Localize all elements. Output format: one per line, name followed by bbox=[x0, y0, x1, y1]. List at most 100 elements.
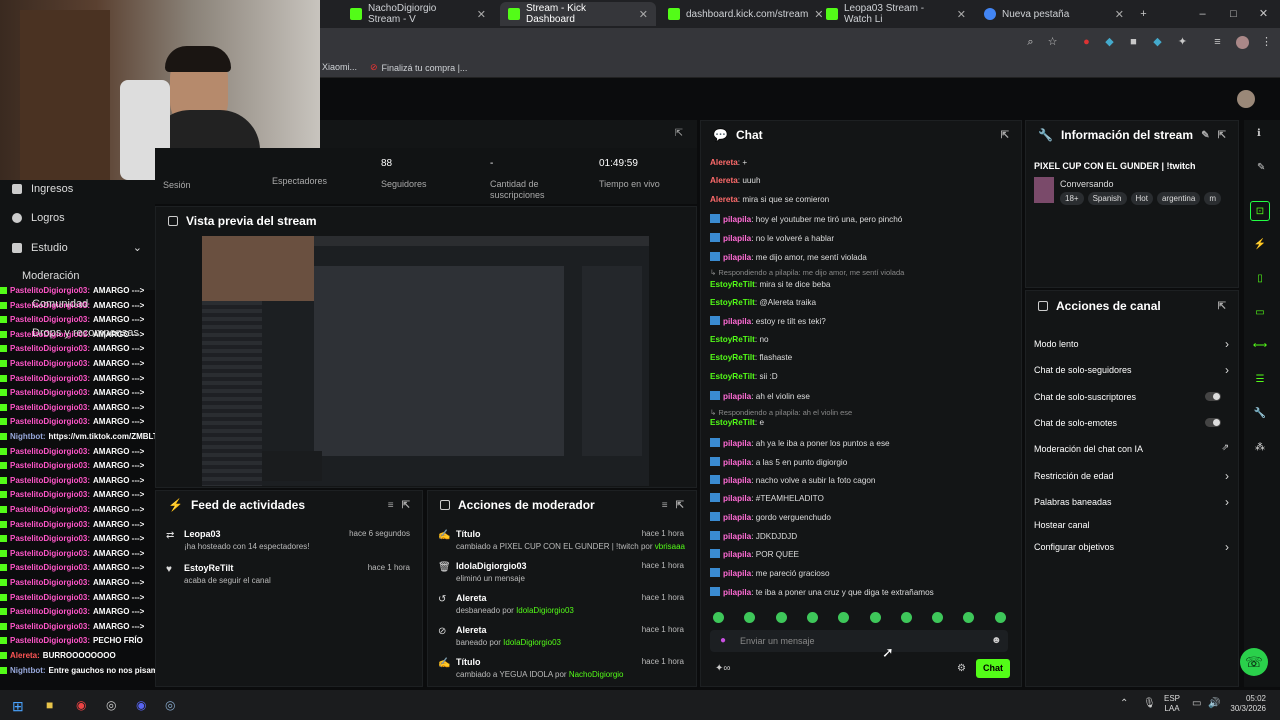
chat-username[interactable]: pilapila bbox=[723, 253, 751, 262]
menu-icon[interactable]: ≡ bbox=[1211, 36, 1224, 49]
chat-username[interactable]: pilapila bbox=[723, 532, 751, 541]
app-icon[interactable]: ◎ bbox=[106, 698, 116, 712]
steam-icon[interactable]: ◎ bbox=[165, 698, 175, 712]
expand-icon[interactable]: ⇱ bbox=[1218, 130, 1226, 141]
tag[interactable]: Hot bbox=[1130, 192, 1153, 205]
mod-action-user[interactable]: IdolaDigiorgio03 bbox=[503, 638, 561, 647]
chat-username[interactable]: pilapila bbox=[723, 588, 751, 597]
chat-username[interactable]: pilapila bbox=[723, 476, 751, 485]
sidebar-item-estudio[interactable]: Estudio ⌄ bbox=[12, 241, 142, 254]
chat-username[interactable]: Alereta bbox=[710, 158, 738, 167]
chat-username[interactable]: EstoyReTilt bbox=[710, 418, 755, 427]
expand-icon[interactable]: ⇱ bbox=[1001, 130, 1009, 141]
chat-username[interactable]: pilapila bbox=[723, 513, 751, 522]
chat-username[interactable]: pilapila bbox=[723, 439, 751, 448]
bookmark[interactable]: ⊘ Finalizá tu compra |... bbox=[370, 62, 467, 73]
tag[interactable]: argentina bbox=[1156, 192, 1201, 205]
mod-action-user[interactable]: vbrisaaa bbox=[655, 542, 685, 551]
chat-username[interactable]: EstoyReTilt bbox=[710, 280, 755, 289]
emoji-icon[interactable]: ☻ bbox=[991, 635, 1002, 646]
send-chat-button[interactable]: Chat bbox=[976, 659, 1010, 678]
search-icon[interactable]: ⌕ bbox=[1024, 36, 1037, 49]
chat-username[interactable]: pilapila bbox=[723, 550, 751, 559]
volume-icon[interactable]: 🔊 bbox=[1208, 698, 1220, 709]
tag[interactable]: 18+ bbox=[1060, 192, 1084, 205]
chat-username[interactable]: pilapila bbox=[723, 215, 751, 224]
toggle-switch[interactable] bbox=[1205, 392, 1221, 401]
points-icon[interactable]: ✦∞ bbox=[715, 663, 731, 674]
window-close-icon[interactable]: ✕ bbox=[1257, 8, 1270, 21]
extension-icon[interactable]: ● bbox=[1080, 36, 1093, 49]
chat-username[interactable]: pilapila bbox=[723, 494, 751, 503]
channel-action-item[interactable]: Configurar objetivos › bbox=[1034, 540, 1229, 554]
expand-icon[interactable]: ⇱ bbox=[676, 500, 684, 511]
expand-icon[interactable]: ⇱ bbox=[402, 500, 410, 511]
chat-username[interactable]: pilapila bbox=[723, 317, 751, 326]
extension-icon[interactable]: ■ bbox=[1127, 36, 1140, 49]
sidebar-item-drops[interactable]: Drops y recompensas bbox=[32, 327, 139, 339]
maximize-icon[interactable]: □ bbox=[1227, 8, 1240, 21]
chrome-icon[interactable]: ◉ bbox=[76, 698, 86, 712]
pencil-icon[interactable]: ✎ bbox=[1201, 130, 1209, 141]
kebab-menu-icon[interactable]: ⋮ bbox=[1260, 36, 1273, 49]
close-icon[interactable]: ✕ bbox=[1115, 8, 1124, 21]
folder-icon[interactable]: ■ bbox=[46, 698, 53, 712]
tab-kick-dashboard[interactable]: Stream - Kick Dashboard ✕ bbox=[500, 2, 656, 26]
chat-username[interactable]: pilapila bbox=[723, 392, 751, 401]
channel-action-item[interactable]: Modo lento › bbox=[1034, 337, 1229, 351]
sidebar-item-comunidad[interactable]: Comunidad bbox=[32, 298, 88, 310]
emote-icon[interactable] bbox=[806, 612, 818, 623]
emote-icon[interactable] bbox=[900, 612, 912, 623]
windows-start-icon[interactable]: ⊞ bbox=[12, 698, 24, 715]
channel-action-item[interactable]: Restricción de edad › bbox=[1034, 469, 1229, 483]
new-tab-icon[interactable]: + bbox=[1137, 8, 1150, 21]
chat-username[interactable]: EstoyReTilt bbox=[710, 298, 755, 307]
channel-action-item[interactable]: Palabras baneadas › bbox=[1034, 495, 1229, 509]
tag[interactable]: Spanish bbox=[1087, 192, 1127, 205]
emote-icon[interactable] bbox=[713, 612, 724, 623]
extension-icon[interactable]: ◆ bbox=[1103, 36, 1116, 49]
chat-username[interactable]: pilapila bbox=[723, 458, 751, 467]
tab-dashboard-stream[interactable]: dashboard.kick.com/stream ✕ bbox=[660, 2, 824, 26]
expand-icon[interactable]: ⇱ bbox=[1218, 301, 1226, 312]
channel-action-item[interactable]: Chat de solo-emotes bbox=[1034, 418, 1229, 428]
sidebar-item-logros[interactable]: Logros bbox=[12, 212, 65, 224]
chat-username[interactable]: EstoyReTilt bbox=[710, 335, 755, 344]
chat-username[interactable]: EstoyReTilt bbox=[710, 353, 755, 362]
close-icon[interactable]: ✕ bbox=[639, 8, 648, 21]
monitor-icon[interactable]: ▭ bbox=[1192, 698, 1201, 709]
expand-icon[interactable]: ⇱ bbox=[675, 128, 683, 139]
clock[interactable]: 05:02 30/3/2026 bbox=[1226, 694, 1266, 714]
tab-nueva-pestana[interactable]: Nueva pestaña ✕ bbox=[976, 2, 1132, 26]
stream-preview-video[interactable] bbox=[202, 236, 649, 486]
support-icon[interactable]: ☏ bbox=[1240, 648, 1268, 676]
chevron-up-icon[interactable]: ⌃ bbox=[1120, 698, 1128, 709]
chat-username[interactable]: pilapila bbox=[723, 234, 751, 243]
list-icon[interactable]: ☰ bbox=[1250, 370, 1270, 390]
mod-action-user[interactable]: IdolaDigiorgio03 bbox=[516, 606, 574, 615]
chat-input[interactable]: ● Enviar un mensaje ☻ bbox=[710, 630, 1008, 652]
bookmark[interactable]: Xiaomi... bbox=[322, 62, 357, 72]
wrench-icon[interactable]: 🔧 bbox=[1250, 404, 1270, 424]
language-indicator[interactable]: ESP LAA bbox=[1164, 694, 1180, 714]
stream-category[interactable]: Conversando bbox=[1060, 179, 1114, 189]
emote-icon[interactable] bbox=[775, 612, 787, 623]
puzzle-icon[interactable]: ✦ bbox=[1176, 36, 1189, 49]
info-icon[interactable]: ℹ bbox=[1257, 128, 1261, 139]
link-icon[interactable]: ⟷ bbox=[1250, 336, 1270, 356]
profile-icon[interactable] bbox=[1236, 36, 1249, 49]
avatar[interactable] bbox=[1237, 90, 1255, 108]
filter-icon[interactable]: ≡ bbox=[662, 500, 668, 511]
pencil-icon[interactable]: ✎ bbox=[1257, 162, 1265, 173]
chat-username[interactable]: Alereta bbox=[710, 195, 738, 204]
close-icon[interactable]: ✕ bbox=[957, 8, 966, 21]
channel-action-item[interactable]: Chat de solo-suscriptores bbox=[1034, 392, 1229, 402]
emote-icon[interactable] bbox=[994, 612, 1006, 623]
gear-icon[interactable]: ⚙ bbox=[957, 663, 966, 674]
mic-icon[interactable]: 🎙 bbox=[1143, 698, 1156, 709]
extension-icon[interactable]: ◆ bbox=[1151, 36, 1164, 49]
chat-icon[interactable]: ▭ bbox=[1250, 303, 1270, 323]
channel-action-item[interactable]: Hostear canal bbox=[1034, 520, 1229, 530]
star-icon[interactable]: ☆ bbox=[1046, 36, 1059, 49]
toggle-switch[interactable] bbox=[1205, 418, 1221, 427]
